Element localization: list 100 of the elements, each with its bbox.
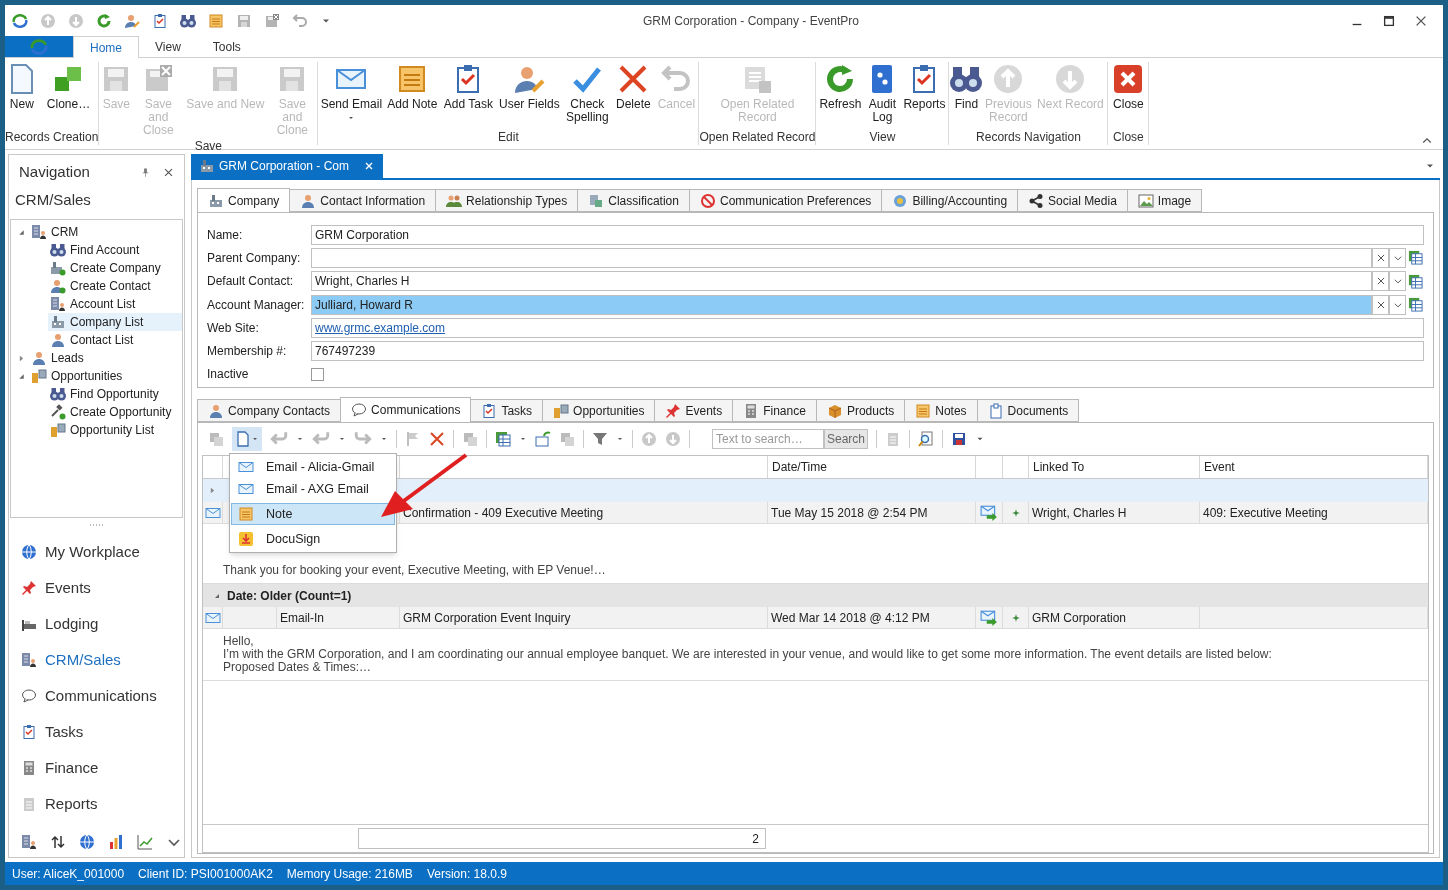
tree-item[interactable]: Create Company [48,259,182,277]
table-icon[interactable] [1407,297,1423,313]
building-person-icon[interactable] [21,834,37,850]
tree-item[interactable]: CRM [31,223,83,241]
tree-item[interactable]: Find Opportunity [48,385,182,403]
caret-icon[interactable] [380,435,388,443]
sub-tab[interactable]: Tasks [470,399,544,422]
caret-icon[interactable] [338,435,346,443]
ribbon-button[interactable]: Send Email [318,63,385,122]
search-button[interactable]: Search [824,429,869,449]
group-row[interactable]: Date: Older (Count=1) [203,584,1428,607]
module-item[interactable]: CRM/Sales [9,642,184,678]
caret-icon[interactable] [296,435,304,443]
ribbon-button[interactable]: Reports [900,63,949,111]
close-icon[interactable] [1375,276,1386,287]
ribbon-tab[interactable]: View [139,36,197,57]
sub-tab[interactable]: Events [654,399,734,422]
ribbon-button[interactable]: Audit Log [864,63,901,124]
search-field[interactable]: Text to search… [712,429,824,449]
form-tab[interactable]: Company [197,188,291,213]
input-field[interactable]: GRM Corporation [311,224,1424,245]
logo-icon[interactable] [12,12,28,29]
caret-icon[interactable] [616,435,624,443]
tree-item[interactable]: Create Contact [48,277,182,295]
input-field[interactable]: www.grmc.example.com [311,317,1424,338]
ribbon-button[interactable]: Close [1108,63,1149,111]
checkbox[interactable] [311,367,324,381]
tree-item[interactable]: Find Account [48,241,182,259]
tree-item[interactable]: Contact List [48,331,182,349]
form-tab[interactable]: Billing/Accounting [881,189,1019,212]
bar-chart-icon[interactable] [108,834,124,850]
form-tab[interactable]: Relationship Types [435,189,579,212]
column-header[interactable]: Event [1204,458,1235,476]
form-tab[interactable]: Classification [577,189,690,212]
ribbon-tab[interactable]: Tools [196,36,257,57]
module-item[interactable]: Finance [9,750,184,786]
module-item[interactable]: Tasks [9,714,184,750]
ribbon-button[interactable]: Find [949,63,984,111]
tree-item[interactable]: Leads [31,349,88,367]
module-item[interactable]: Reports [9,786,184,822]
menu-item[interactable]: Email - AXG Email [231,478,395,500]
new-dropdown[interactable] [232,427,262,451]
tree-item[interactable]: Company List [48,313,182,331]
link[interactable]: www.grmc.example.com [315,318,446,337]
menu-item[interactable]: Email - Alicia-Gmail [231,456,395,478]
tree-item[interactable]: Opportunities [31,367,127,385]
sub-tab[interactable]: Opportunities [542,399,656,422]
sub-tab[interactable]: Company Contacts [197,399,342,422]
ribbon-button[interactable]: New [6,63,37,111]
document-tab[interactable]: GRM Corporation - Com [191,154,384,178]
table-icon[interactable] [1407,250,1423,266]
form-tab[interactable]: Contact Information [289,189,437,212]
form-tab[interactable]: Communication Preferences [688,189,883,212]
close-icon[interactable] [1375,299,1386,310]
clipboard-icon[interactable] [152,12,168,29]
notepad-icon[interactable] [208,12,224,29]
menu-item[interactable]: DocuSign [231,528,395,550]
binoculars-icon[interactable] [180,12,196,29]
ribbon-button[interactable]: User Fields [496,63,563,111]
ribbon-button[interactable]: Add Task [440,63,497,111]
ribbon-button[interactable]: Check Spelling [562,63,613,124]
maximize-icon[interactable] [1382,13,1396,28]
close-icon[interactable] [1375,252,1386,263]
module-item[interactable]: Lodging [9,606,184,642]
ribbon-button[interactable]: Refresh [816,63,865,111]
globe-icon[interactable] [79,834,95,850]
input-field[interactable]: 767497239 [311,341,1424,362]
tree-item[interactable]: Account List [48,295,182,313]
module-item[interactable]: My Workplace [9,534,184,570]
line-chart-icon[interactable] [137,834,153,850]
sub-tab[interactable]: Products [815,399,906,422]
module-item[interactable]: Events [9,570,184,606]
form-tab[interactable]: Social Media [1017,189,1128,212]
ribbon-button[interactable]: Delete [612,63,655,111]
ribbon-button[interactable]: Clone… [40,63,97,111]
filter-icon[interactable] [592,431,608,447]
input-field[interactable]: Wright, Charles H [311,271,1372,292]
sub-tab[interactable]: Finance [732,399,817,422]
input-field[interactable] [311,247,1372,268]
sub-tab[interactable]: Documents [976,399,1080,422]
tree-item[interactable]: Create Opportunity [48,403,182,421]
table-icon[interactable] [1407,273,1423,289]
column-header[interactable]: Linked To [1033,458,1085,476]
search-icon[interactable] [918,431,935,447]
sub-tab[interactable]: Notes [904,399,978,422]
input-field[interactable]: Julliard, Howard R [311,294,1372,315]
menu-item[interactable]: Note [231,503,395,525]
ribbon-button[interactable]: Add Note [384,63,441,111]
refresh-icon[interactable] [96,12,112,29]
close-icon[interactable] [163,166,174,178]
ribbon-tab[interactable]: Home [73,36,139,58]
person-pencil-icon[interactable] [124,12,140,29]
caret-icon[interactable] [519,435,527,443]
module-item[interactable]: Communications [9,678,184,714]
cross-icon[interactable] [429,431,445,447]
form-tab[interactable]: Image [1126,189,1203,212]
table-icon[interactable] [495,431,511,447]
window-arrow-icon[interactable] [535,431,551,447]
sort-arrows-icon[interactable] [50,834,66,850]
tree-item[interactable]: Opportunity List [48,421,182,439]
